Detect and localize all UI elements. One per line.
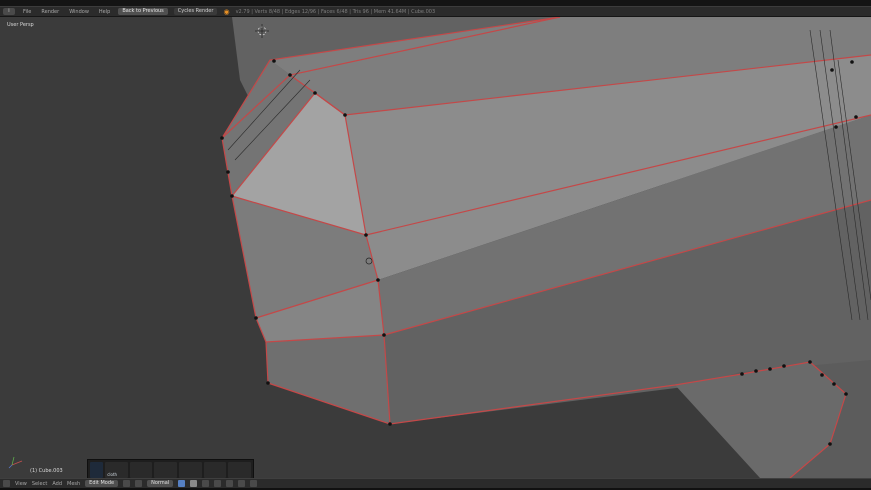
mode-select[interactable]: Edit Mode (85, 480, 119, 487)
vertex (220, 136, 224, 140)
pivot-icon[interactable] (135, 480, 143, 487)
vertex (828, 442, 832, 446)
vertex (288, 73, 292, 77)
palette-slot-label: cloth (107, 472, 118, 477)
render-engine-select[interactable]: Cycles Render (173, 8, 218, 15)
3d-view-header: View Select Add Mesh Edit Mode Normal (0, 478, 871, 488)
palette-slot[interactable] (203, 462, 227, 478)
vertex (850, 60, 854, 64)
vertex (844, 392, 848, 396)
menu-view[interactable]: View (15, 481, 27, 487)
vertex (834, 125, 838, 129)
object-label: (1) Cube.003 (30, 468, 63, 474)
vertex (254, 316, 258, 320)
face-select-icon[interactable] (202, 480, 210, 487)
vertex (226, 170, 230, 174)
vertex (740, 372, 744, 376)
palette-slot[interactable] (129, 462, 153, 478)
view-label: User Persp (7, 22, 34, 28)
proportional-icon[interactable] (226, 480, 234, 487)
vertex (768, 367, 772, 371)
menu-select[interactable]: Select (32, 481, 47, 487)
palette-slot[interactable] (179, 462, 202, 478)
vertex (230, 194, 234, 198)
vertex (376, 278, 380, 282)
menu-add[interactable]: Add (52, 481, 62, 487)
editor-type-icon[interactable] (3, 480, 10, 487)
scene-stats: v2.79 | Verts 8/48 | Edges 12/96 | Faces… (235, 8, 436, 15)
vertex (854, 115, 858, 119)
snap-icon[interactable] (238, 480, 246, 487)
info-header: i File Render Window Help Back to Previo… (0, 6, 871, 17)
palette-slot[interactable] (228, 462, 252, 478)
3d-viewport[interactable]: User Persp (1) Cube.003 cloth (0, 17, 871, 478)
vertex (830, 68, 834, 72)
vertex (272, 59, 276, 63)
vertex (754, 369, 758, 373)
menu-help[interactable]: Help (97, 9, 112, 15)
vertex (266, 381, 270, 385)
menu-render[interactable]: Render (39, 9, 61, 15)
vertex (388, 422, 392, 426)
vertex (820, 373, 824, 377)
vertex (364, 233, 368, 237)
vertex (343, 113, 347, 117)
palette-slot-cloth[interactable]: cloth (105, 462, 128, 478)
vertex (832, 382, 836, 386)
shading-icon[interactable] (123, 480, 131, 487)
back-to-previous-button[interactable]: Back to Previous (118, 8, 168, 15)
menu-file[interactable]: File (21, 9, 33, 15)
edge-select-icon[interactable] (190, 480, 198, 487)
render-icon[interactable] (250, 480, 258, 487)
menu-window[interactable]: Window (67, 9, 91, 15)
orientation-select[interactable]: Normal (147, 480, 174, 487)
occlude-icon[interactable] (214, 480, 222, 487)
vertex (313, 91, 317, 95)
blender-window: i File Render Window Help Back to Previo… (0, 0, 871, 490)
blender-logo-icon: ◉ (223, 7, 230, 16)
palette-slot[interactable] (154, 462, 178, 478)
menu-mesh[interactable]: Mesh (67, 481, 80, 487)
editor-type-button[interactable]: i (3, 8, 15, 15)
vertex (382, 333, 386, 337)
palette-slot[interactable] (90, 462, 104, 478)
vertex (782, 364, 786, 368)
tool-palette: cloth (87, 459, 254, 478)
vertex (808, 360, 812, 364)
vertex-select-icon[interactable] (178, 480, 186, 487)
mesh-drawing (0, 17, 871, 478)
